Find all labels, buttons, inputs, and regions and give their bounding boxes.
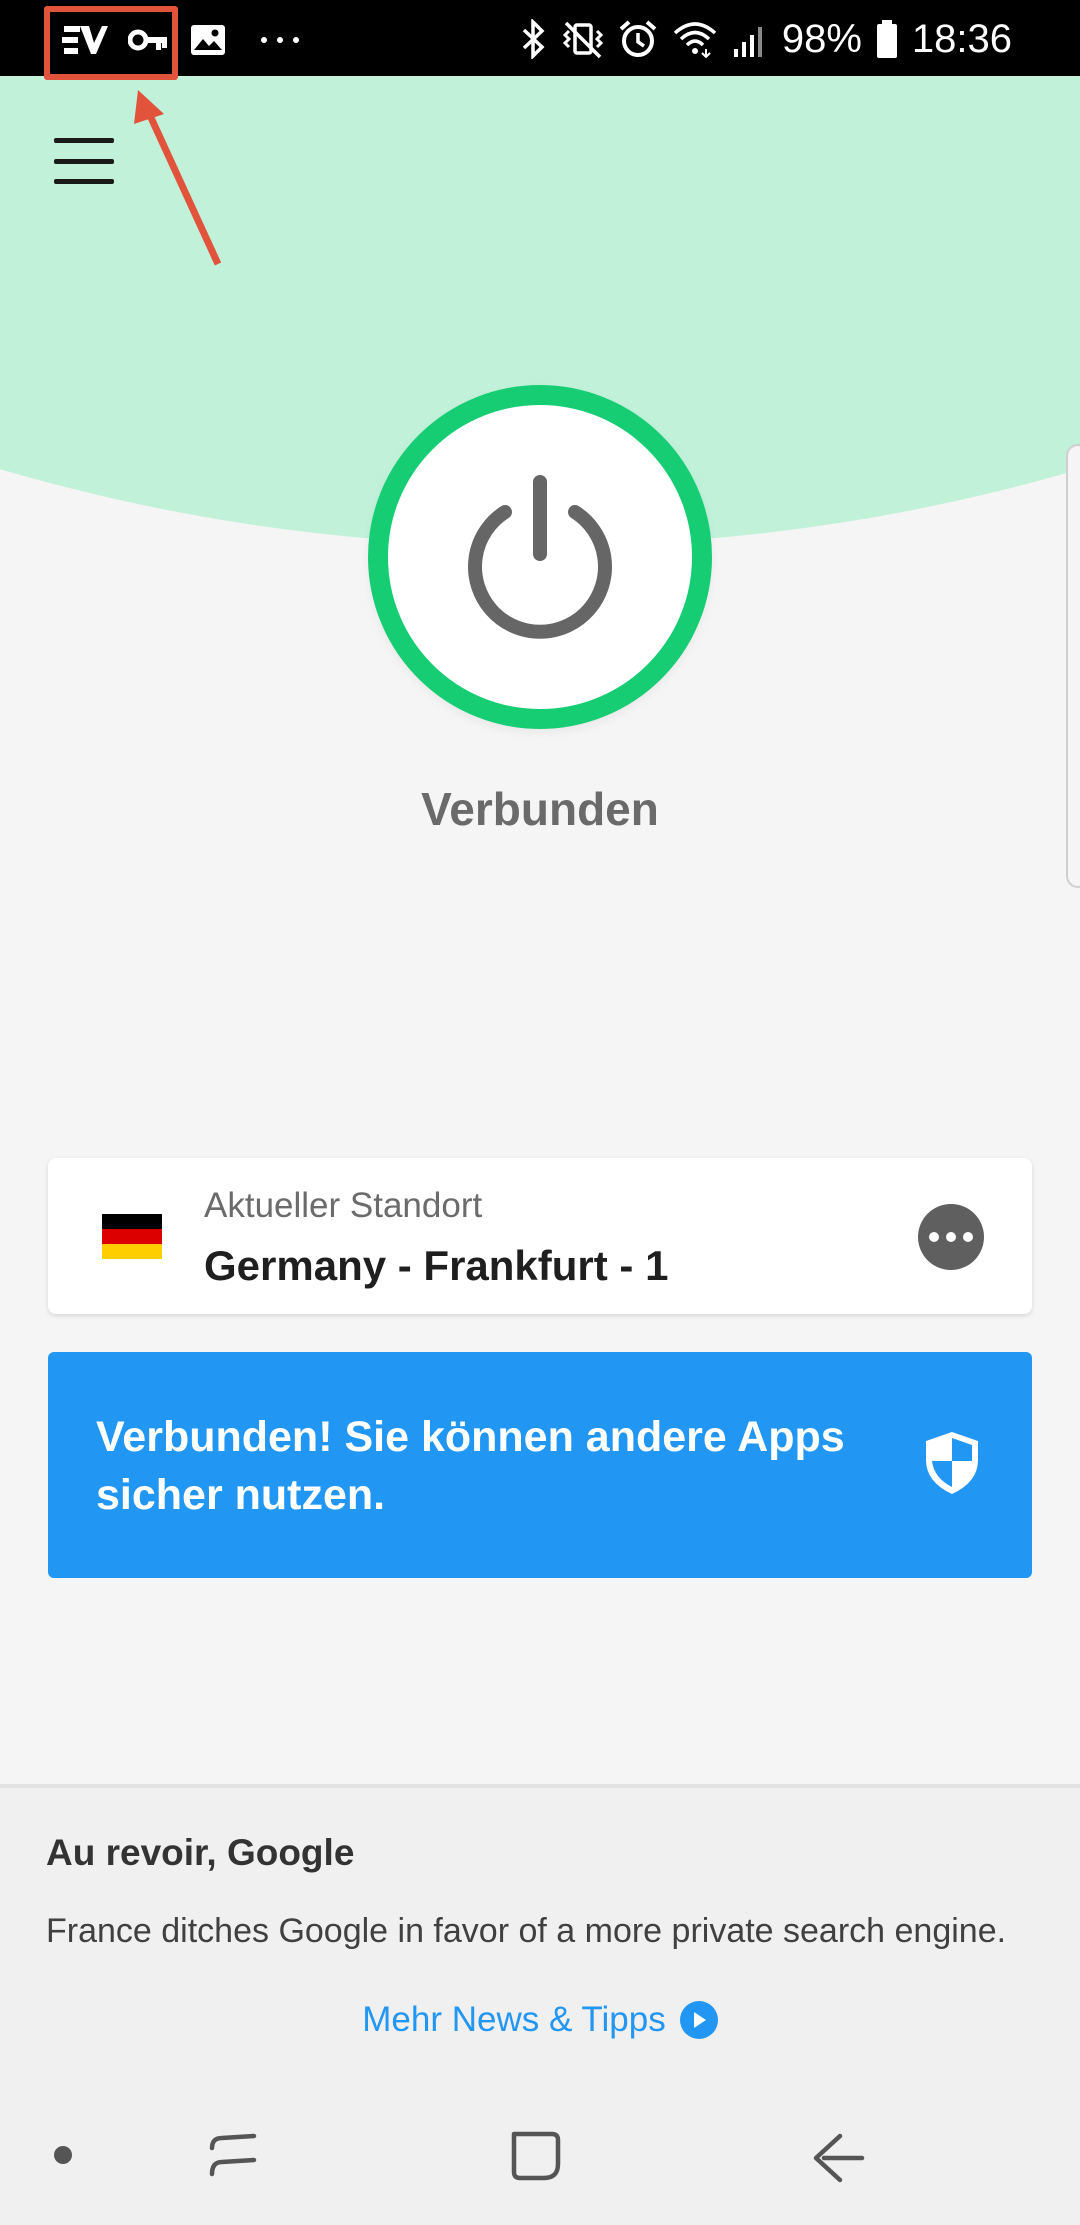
shield-icon bbox=[924, 1430, 980, 1501]
germany-flag-icon bbox=[102, 1214, 162, 1259]
news-body[interactable]: France ditches Google in favor of a more… bbox=[46, 1912, 1006, 1951]
battery-percent: 98% bbox=[781, 16, 862, 61]
more-options-icon[interactable] bbox=[918, 1204, 984, 1270]
navigation-bar bbox=[0, 2088, 1080, 2225]
news-link-text[interactable]: Mehr News & Tipps bbox=[362, 2000, 665, 2040]
back-icon[interactable] bbox=[810, 2132, 866, 2189]
news-title[interactable]: Au revoir, Google bbox=[46, 1832, 354, 1874]
battery-icon bbox=[876, 19, 898, 59]
connected-banner: Verbunden! Sie können andere Apps sicher… bbox=[48, 1352, 1032, 1578]
recents-icon[interactable] bbox=[204, 2130, 260, 2187]
bluetooth-icon bbox=[520, 19, 548, 59]
play-circle-icon[interactable] bbox=[679, 2001, 718, 2039]
location-name: Germany - Frankfurt - 1 bbox=[204, 1242, 669, 1289]
clock: 18:36 bbox=[911, 16, 1012, 61]
location-label: Aktueller Standort bbox=[204, 1186, 483, 1225]
power-icon bbox=[468, 475, 612, 639]
more-notifications-icon bbox=[260, 36, 300, 44]
home-icon[interactable] bbox=[506, 2128, 566, 2189]
image-icon bbox=[190, 24, 226, 56]
annotation-arrow-icon bbox=[134, 90, 222, 266]
connection-status: Verbunden bbox=[421, 783, 659, 835]
wifi-icon bbox=[672, 19, 718, 59]
alarm-icon bbox=[618, 19, 658, 59]
signal-icon bbox=[732, 19, 768, 59]
banner-text: Verbunden! Sie können andere Apps sicher… bbox=[96, 1413, 845, 1519]
power-button[interactable] bbox=[368, 385, 712, 729]
news-link[interactable]: Mehr News & Tipps bbox=[0, 2000, 1080, 2040]
annotation-highlight-box bbox=[44, 6, 178, 80]
vibrate-icon bbox=[562, 19, 604, 59]
nav-dot-icon[interactable] bbox=[54, 2146, 72, 2164]
news-section: Au revoir, Google France ditches Google … bbox=[0, 1788, 1080, 2088]
hamburger-menu-icon[interactable] bbox=[54, 138, 114, 184]
location-card[interactable]: Aktueller Standort Germany - Frankfurt -… bbox=[48, 1158, 1032, 1314]
status-right-icons: 98% 18:36 bbox=[520, 14, 1012, 64]
